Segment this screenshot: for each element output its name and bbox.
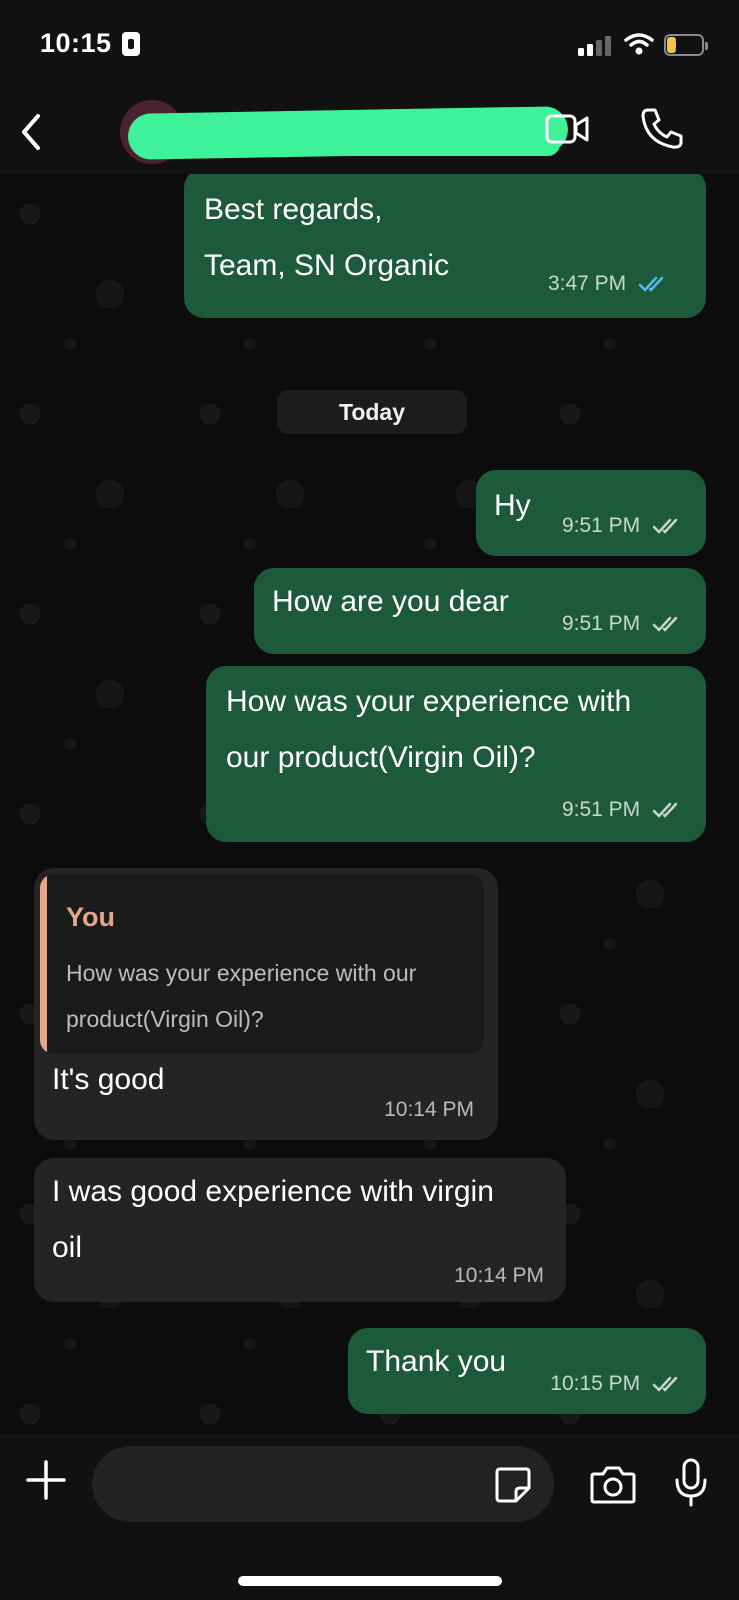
quoted-message[interactable]: You How was your experience with our pro…: [40, 874, 484, 1054]
message-text: How was your experience with: [226, 685, 632, 718]
message-bubble-outgoing[interactable]: Best regards, Team, SN Organic 3:47 PM: [184, 174, 706, 318]
message-bubble-incoming[interactable]: You How was your experience with our pro…: [34, 868, 498, 1140]
quote-author: You: [66, 902, 115, 932]
read-ticks-icon: [638, 277, 664, 293]
quote-line: product(Virgin Oil)?: [66, 1006, 264, 1032]
message-time: 10:15 PM: [550, 1372, 641, 1395]
redaction-scribble: [190, 132, 560, 156]
battery-level: 10: [674, 35, 694, 54]
message-bubble-outgoing[interactable]: How was your experience with our product…: [206, 666, 706, 842]
message-text: our product(Virgin Oil)?: [226, 741, 536, 774]
delivered-ticks-icon: [652, 803, 678, 819]
delivered-ticks-icon: [652, 519, 678, 535]
message-bubble-outgoing[interactable]: Thank you 10:15 PM: [348, 1328, 706, 1414]
back-chevron-icon[interactable]: [18, 110, 44, 154]
delivered-ticks-icon: [652, 1377, 678, 1393]
sim-icon: [122, 32, 140, 56]
message-meta: 3:47 PM: [548, 272, 670, 296]
message-meta: 9:51 PM: [562, 612, 684, 636]
battery-icon: 10: [664, 34, 708, 56]
plus-icon[interactable]: [26, 1460, 66, 1500]
camera-icon[interactable]: [590, 1464, 636, 1504]
message-time: 9:51 PM: [561, 612, 641, 635]
message-text: Thank you: [366, 1345, 507, 1378]
message-time: 10:14 PM: [384, 1098, 474, 1121]
message-text: Team, SN Organic: [204, 249, 450, 282]
message-input[interactable]: [92, 1446, 554, 1522]
message-text: oil: [52, 1231, 83, 1264]
quote-text: How was your experience with our product…: [66, 950, 476, 1042]
message-time: 10:14 PM: [454, 1264, 544, 1287]
wifi-icon: [624, 33, 654, 55]
chat-thread[interactable]: Best regards, Team, SN Organic 3:47 PM T…: [0, 174, 739, 1434]
message-meta: 9:51 PM: [562, 514, 684, 538]
quote-accent-bar: [40, 874, 47, 1054]
quote-line: How was your experience with our: [66, 960, 417, 986]
message-text: Hy: [494, 489, 531, 522]
message-bubble-outgoing[interactable]: How are you dear 9:51 PM: [254, 568, 706, 654]
status-time: 10:15: [40, 28, 112, 58]
message-text: How are you dear: [272, 585, 509, 618]
video-call-icon[interactable]: [545, 108, 589, 148]
signal-icon: [578, 34, 614, 56]
date-separator: Today: [277, 390, 467, 434]
message-meta: 10:15 PM: [550, 1372, 684, 1396]
message-time: 9:51 PM: [561, 514, 641, 537]
message-text: Best regards,: [204, 193, 383, 226]
message-bubble-outgoing[interactable]: Hy 9:51 PM: [476, 470, 706, 556]
voice-call-icon[interactable]: [640, 106, 684, 150]
message-text: It's good: [52, 1063, 165, 1096]
chat-header: [0, 92, 739, 174]
status-bar: 10:15 10: [0, 0, 739, 92]
message-time: 3:47 PM: [547, 272, 627, 295]
message-composer: [0, 1434, 739, 1600]
message-meta: 9:51 PM: [562, 798, 684, 822]
message-bubble-incoming[interactable]: I was good experience with virgin oil 10…: [34, 1158, 566, 1302]
home-indicator[interactable]: [238, 1576, 502, 1586]
sticker-icon[interactable]: [494, 1466, 532, 1504]
microphone-icon[interactable]: [674, 1458, 708, 1508]
delivered-ticks-icon: [652, 617, 678, 633]
message-time: 9:51 PM: [561, 798, 641, 821]
message-text: I was good experience with virgin: [52, 1175, 494, 1208]
